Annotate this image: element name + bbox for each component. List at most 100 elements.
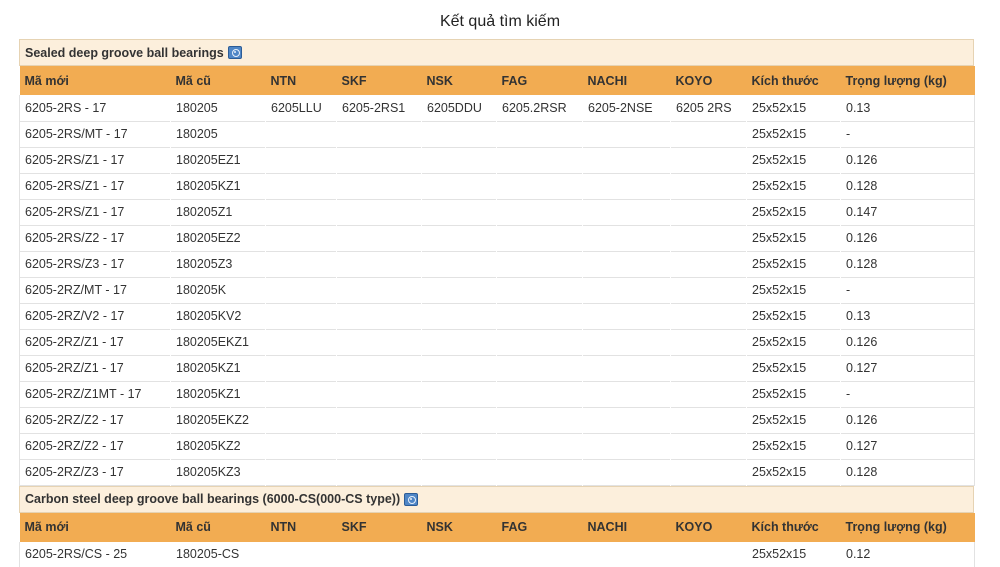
cell-skf <box>337 355 422 381</box>
cell-old-code: 180205Z1 <box>176 205 233 219</box>
cell-fag <box>497 355 583 381</box>
cell-fag <box>497 433 583 459</box>
table-row[interactable]: 6205-2RZ/MT - 17 180205K 25x52x15 - <box>19 277 975 303</box>
cell-old-code: 180205KZ1 <box>176 361 241 375</box>
cell-ntn <box>266 173 337 199</box>
table-row[interactable]: 6205-2RZ/Z1MT - 17 180205KZ1 25x52x15 - <box>19 381 975 407</box>
cell-fag <box>497 407 583 433</box>
cell-skf <box>337 542 422 567</box>
table-row[interactable]: 6205-2RS/Z1 - 17 180205EZ1 25x52x15 0.126 <box>19 147 975 173</box>
column-header-nachi: NACHI <box>587 73 628 88</box>
cell-new-code: 6205-2RZ/Z1 - 17 <box>19 355 171 381</box>
cell-koyo <box>671 381 747 407</box>
table-row[interactable]: 6205-2RS/Z1 - 17 180205Z1 25x52x15 0.147 <box>19 199 975 225</box>
page-title: Kết quả tìm kiếm <box>439 13 561 30</box>
cell-old-code: 180205EZ2 <box>176 231 241 245</box>
cell-dimensions: 25x52x15 <box>752 335 807 349</box>
cell-ntn <box>266 251 337 277</box>
table-row[interactable]: 6205-2RS/CS - 25 180205-CS 25x52x15 0.12 <box>19 541 975 567</box>
table-row[interactable]: 6205-2RZ/Z1 - 17 180205KZ1 25x52x15 0.127 <box>19 355 975 381</box>
cell-koyo <box>671 329 747 355</box>
cell-nsk <box>422 251 497 277</box>
cell-weight: 0.127 <box>840 355 975 381</box>
cell-koyo <box>671 225 747 251</box>
cell-skf <box>337 433 422 459</box>
cell-weight: 0.126 <box>840 329 975 355</box>
column-header-nsk: NSK <box>426 520 453 534</box>
cell-old-code: 180205K <box>176 283 227 297</box>
table-row[interactable]: 6205-2RZ/Z1 - 17 180205EKZ1 25x52x15 0.126 <box>19 329 975 355</box>
catalog-icon[interactable] <box>404 492 419 506</box>
cell-dimensions: 25x52x15 <box>752 179 807 193</box>
table-row[interactable]: 6205-2RZ/Z2 - 17 180205KZ2 25x52x15 0.127 <box>19 433 975 459</box>
cell-ntn <box>266 542 337 567</box>
cell-weight: 0.128 <box>840 251 975 277</box>
cell-nsk: 6205DDU <box>427 100 482 115</box>
cell-fag <box>497 121 583 147</box>
cell-ntn: 6205LLU <box>271 100 322 115</box>
cell-old-code: 180205EKZ1 <box>176 335 249 349</box>
cell-nachi <box>583 381 671 407</box>
cell-ntn <box>266 199 337 225</box>
cell-ntn <box>266 147 337 173</box>
cell-koyo: 6205 2RS <box>676 100 732 115</box>
section-title: Carbon steel deep groove ball bearings (… <box>25 492 401 506</box>
cell-ntn <box>266 407 337 433</box>
cell-ntn <box>266 433 337 459</box>
cell-ntn <box>266 121 337 147</box>
cell-weight: 0.128 <box>840 173 975 199</box>
cell-nsk <box>422 355 497 381</box>
cell-weight: 0.128 <box>840 459 975 485</box>
bearing-table: Mã mới Mã cũ NTN SKF NSK FAG NACHI KOYO Kích thư… <box>19 66 975 486</box>
cell-ntn <box>266 277 337 303</box>
cell-new-code: 6205-2RZ/Z2 - 17 <box>19 433 171 459</box>
cell-dimensions: 25x52x15 <box>752 231 807 245</box>
cell-koyo <box>671 199 747 225</box>
cell-nachi <box>583 147 671 173</box>
table-row[interactable]: 6205-2RZ/Z3 - 17 180205KZ3 25x52x15 0.128 <box>19 459 975 485</box>
cell-skf <box>337 251 422 277</box>
cell-fag <box>497 251 583 277</box>
cell-fag <box>497 381 583 407</box>
cell-nsk <box>422 459 497 485</box>
table-row[interactable]: 6205-2RS/Z1 - 17 180205KZ1 25x52x15 0.128 <box>19 173 975 199</box>
cell-nachi <box>583 251 671 277</box>
cell-old-code: 180205EZ1 <box>176 153 241 167</box>
cell-skf: 6205-2RS1 <box>342 100 406 115</box>
column-header-new-code: Mã mới <box>24 520 69 534</box>
cell-dimensions: 25x52x15 <box>752 547 807 562</box>
cell-nsk <box>422 121 497 147</box>
column-header-nsk: NSK <box>426 73 453 88</box>
cell-koyo <box>671 277 747 303</box>
table-row[interactable]: 6205-2RS/MT - 17 180205 25x52x15 - <box>19 121 975 147</box>
table-row[interactable]: 6205-2RS - 17 180205 6205LLU 6205-2RS1 6205D… <box>19 95 975 121</box>
table-row[interactable]: 6205-2RS/Z3 - 17 180205Z3 25x52x15 0.128 <box>19 251 975 277</box>
cell-dimensions: 25x52x15 <box>752 127 807 141</box>
cell-new-code: 6205-2RZ/MT - 17 <box>19 277 171 303</box>
cell-old-code: 180205-CS <box>176 547 240 562</box>
cell-old-code: 180205Z3 <box>176 257 233 271</box>
column-header-fag: FAG <box>501 73 528 88</box>
cell-weight: 0.126 <box>840 147 975 173</box>
table-row[interactable]: 6205-2RS/Z2 - 17 180205EZ2 25x52x15 0.126 <box>19 225 975 251</box>
cell-old-code: 180205 <box>176 100 218 115</box>
cell-nachi <box>583 199 671 225</box>
cell-fag <box>497 199 583 225</box>
cell-old-code: 180205KZ2 <box>176 439 241 453</box>
cell-ntn <box>266 381 337 407</box>
section-header: Carbon steel deep groove ball bearings (… <box>19 485 974 513</box>
cell-skf <box>337 199 422 225</box>
table-row[interactable]: 6205-2RZ/Z2 - 17 180205EKZ2 25x52x15 0.126 <box>19 407 975 433</box>
column-header-dimensions: Kích thước <box>751 73 819 88</box>
column-header-weight: Trọng lượng (kg) <box>845 520 947 534</box>
cell-fag <box>497 225 583 251</box>
cell-dimensions: 25x52x15 <box>752 283 807 297</box>
cell-nsk <box>422 381 497 407</box>
cell-nachi <box>583 542 671 567</box>
catalog-icon[interactable] <box>227 46 242 59</box>
cell-nsk <box>422 407 497 433</box>
cell-dimensions: 25x52x15 <box>752 205 807 219</box>
cell-new-code: 6205-2RS/CS - 25 <box>19 541 171 567</box>
cell-nsk <box>422 303 497 329</box>
table-row[interactable]: 6205-2RZ/V2 - 17 180205KV2 25x52x15 0.13 <box>19 303 975 329</box>
